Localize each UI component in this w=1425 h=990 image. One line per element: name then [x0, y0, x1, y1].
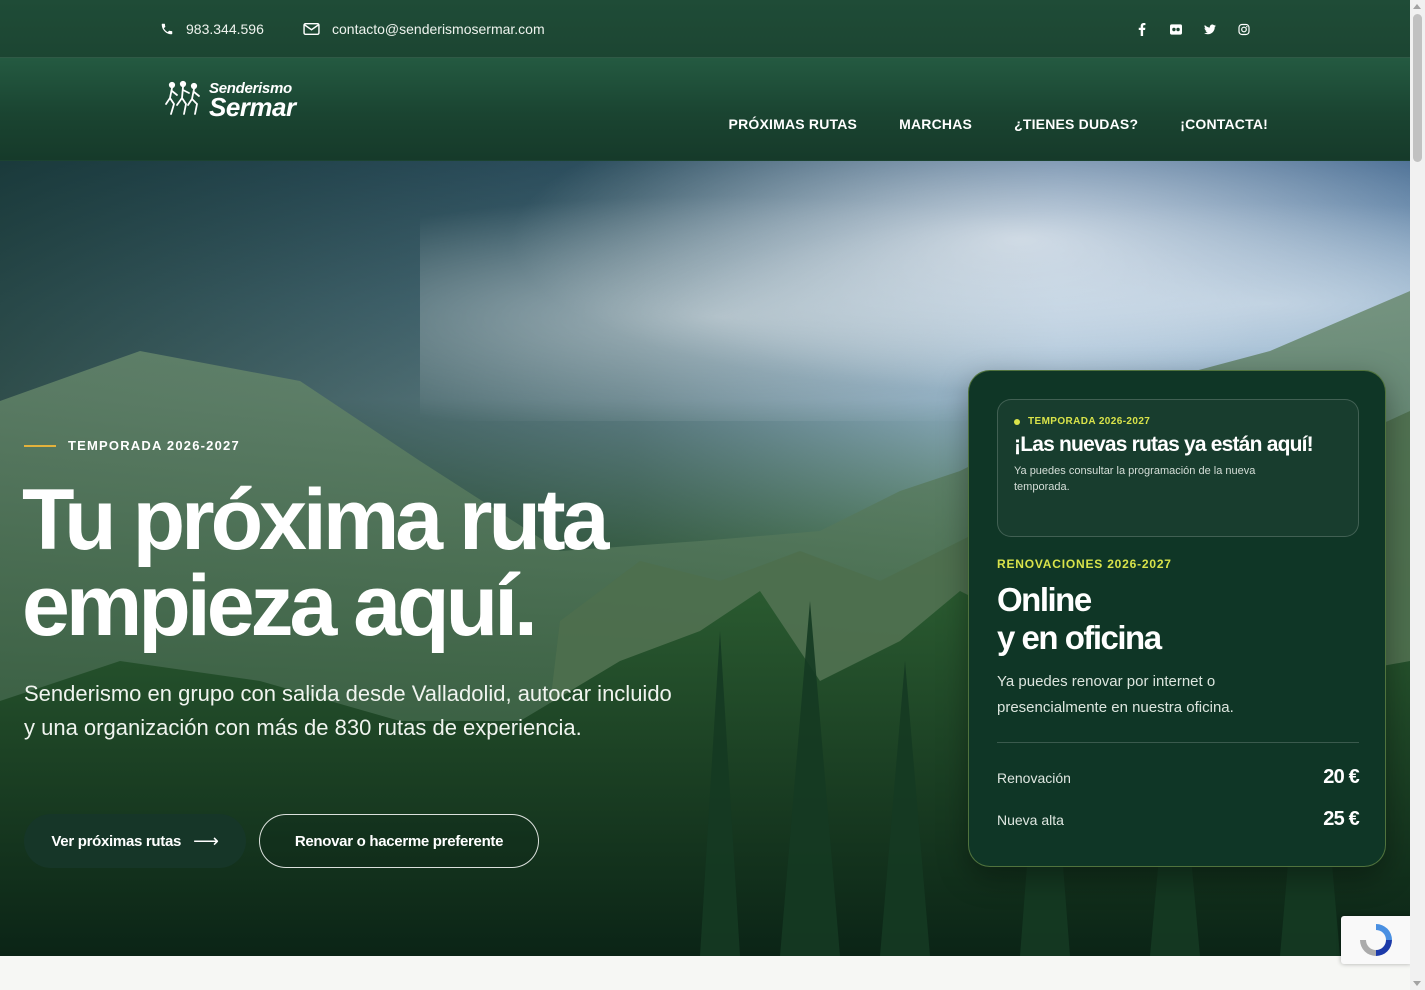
nav-item-tienes-dudas[interactable]: ¿TIENES DUDAS? — [1014, 116, 1138, 132]
renewals-title: Online y en oficina — [997, 581, 1162, 657]
facebook-icon[interactable] — [1136, 22, 1148, 36]
hero-section: TEMPORADA 2026-2027 Tu próxima ruta empi… — [0, 161, 1410, 956]
site-logo[interactable]: Senderismo Sermar — [163, 80, 296, 120]
hikers-logo-icon — [165, 80, 200, 115]
hero-headline: Tu próxima ruta empieza aquí. — [22, 472, 609, 654]
social-links — [1136, 0, 1250, 58]
renewals-text: Ya puedes renovar por internet o presenc… — [997, 673, 1234, 716]
page-scrollbar[interactable] — [1410, 0, 1425, 990]
notice-tag: TEMPORADA 2026-2027 — [1014, 416, 1342, 427]
phone-icon — [161, 23, 173, 35]
view-routes-label: Ver próximas rutas — [51, 832, 182, 850]
notice-description: Ya puedes consultar la programación de l… — [1014, 465, 1256, 493]
view-routes-button[interactable]: Ver próximas rutas ⟶ — [24, 814, 246, 868]
price-label: Nueva alta — [997, 811, 1064, 828]
phone-number: 983.344.596 — [186, 21, 264, 37]
email-contact[interactable]: contacto@senderismosermar.com — [303, 0, 545, 58]
headline-line-2: empieza aquí. — [22, 558, 538, 654]
scrollbar-thumb[interactable] — [1413, 14, 1422, 162]
notice-tag-text: TEMPORADA 2026-2027 — [1028, 416, 1151, 427]
recaptcha-badge[interactable] — [1341, 916, 1411, 964]
main-nav: PRÓXIMAS RUTAS MARCHAS ¿TIENES DUDAS? ¡C… — [729, 116, 1268, 132]
eyebrow-line — [24, 444, 56, 447]
scroll-down-icon[interactable] — [1413, 981, 1421, 986]
renewals-card: TEMPORADA 2026-2027 ¡Las nuevas rutas ya… — [968, 370, 1386, 867]
price-row: Renovación 20 € — [997, 766, 1360, 789]
renewals-kicker: RENOVACIONES 2026-2027 — [997, 557, 1172, 571]
price-value: 25 € — [1323, 808, 1360, 830]
card-divider — [997, 742, 1359, 743]
recaptcha-icon — [1360, 924, 1392, 956]
price-label: Renovación — [997, 769, 1071, 786]
nav-item-marchas[interactable]: MARCHAS — [899, 116, 972, 132]
logo-text-big: Sermar — [209, 91, 296, 122]
renew-membership-button[interactable]: Renovar o hacerme preferente — [259, 814, 539, 868]
phone-contact[interactable]: 983.344.596 — [160, 0, 264, 58]
dot-icon — [1014, 418, 1020, 425]
hero-lead: Senderismo en grupo con salida desde Val… — [24, 681, 672, 740]
nav-item-proximas-rutas[interactable]: PRÓXIMAS RUTAS — [729, 116, 858, 132]
renewals-title-line-1: Online — [997, 581, 1092, 618]
logo-text: Senderismo Sermar — [209, 81, 296, 120]
new-routes-notice[interactable]: TEMPORADA 2026-2027 ¡Las nuevas rutas ya… — [997, 399, 1359, 537]
flickr-icon[interactable] — [1170, 23, 1182, 35]
notice-title: ¡Las nuevas rutas ya están aquí! — [1014, 433, 1314, 456]
email-address: contacto@senderismosermar.com — [332, 21, 545, 37]
renewals-title-line-2: y en oficina — [997, 619, 1162, 656]
top-bar: 983.344.596 contacto@senderismosermar.co… — [0, 0, 1410, 58]
hero-eyebrow: TEMPORADA 2026-2027 — [24, 438, 240, 453]
twitter-icon[interactable] — [1204, 23, 1216, 35]
renew-membership-label: Renovar o hacerme preferente — [294, 832, 504, 850]
instagram-icon[interactable] — [1238, 23, 1250, 35]
scroll-up-icon[interactable] — [1413, 4, 1421, 9]
site-header: Senderismo Sermar PRÓXIMAS RUTAS MARCHAS… — [0, 58, 1410, 161]
headline-line-1: Tu próxima ruta — [22, 472, 609, 568]
price-row: Nueva alta 25 € — [997, 808, 1360, 831]
arrow-right-icon: ⟶ — [193, 830, 219, 851]
nav-item-contacta[interactable]: ¡CONTACTA! — [1180, 116, 1268, 132]
price-value: 20 € — [1323, 766, 1360, 788]
eyebrow-text: TEMPORADA 2026-2027 — [68, 438, 240, 453]
envelope-icon — [303, 22, 320, 36]
next-section — [0, 956, 1410, 990]
